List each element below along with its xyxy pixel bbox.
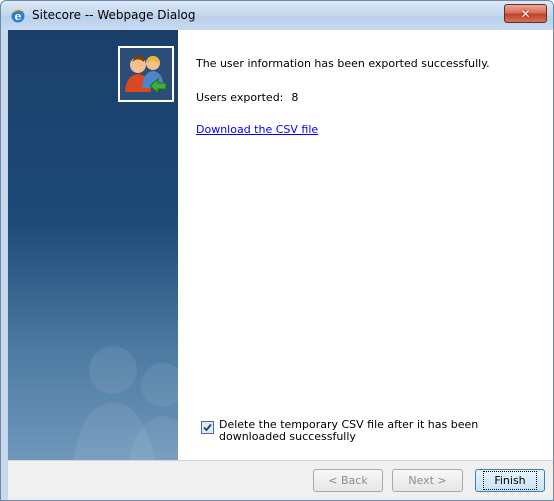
download-csv-link[interactable]: Download the CSV file [196, 123, 318, 136]
finish-button-label: Finish [483, 471, 537, 490]
finish-button[interactable]: Finish [475, 469, 545, 492]
delete-temp-checkbox[interactable] [201, 421, 214, 434]
user-export-icon-frame [118, 46, 174, 102]
content-area: The user information has been exported s… [196, 30, 553, 460]
close-icon: ✕ [520, 6, 531, 21]
users-exported-count: 8 [291, 91, 299, 104]
delete-temp-label: Delete the temporary CSV file after it h… [219, 418, 479, 443]
users-exported-row: Users exported: 8 [196, 91, 298, 104]
dialog-window: e Sitecore -- Webpage Dialog ✕ The user … [0, 0, 554, 501]
title-bar: e Sitecore -- Webpage Dialog ✕ [1, 1, 553, 30]
users-exported-label: Users exported: [196, 91, 284, 104]
delete-temp-option: Delete the temporary CSV file after it h… [201, 419, 546, 443]
users-watermark-icon [74, 346, 178, 460]
window-title: Sitecore -- Webpage Dialog [32, 8, 196, 22]
dialog-body: The user information has been exported s… [8, 30, 553, 460]
svg-text:e: e [15, 10, 22, 23]
users-export-icon [120, 48, 172, 100]
next-button[interactable]: Next > [392, 469, 463, 492]
checkmark-icon [203, 423, 212, 432]
success-message: The user information has been exported s… [196, 57, 490, 70]
internet-explorer-icon: e [10, 8, 26, 24]
back-button[interactable]: < Back [313, 469, 383, 492]
close-button[interactable]: ✕ [504, 4, 547, 23]
sidebar-banner [8, 30, 178, 460]
wizard-footer: < Back Next > Finish [8, 460, 553, 500]
